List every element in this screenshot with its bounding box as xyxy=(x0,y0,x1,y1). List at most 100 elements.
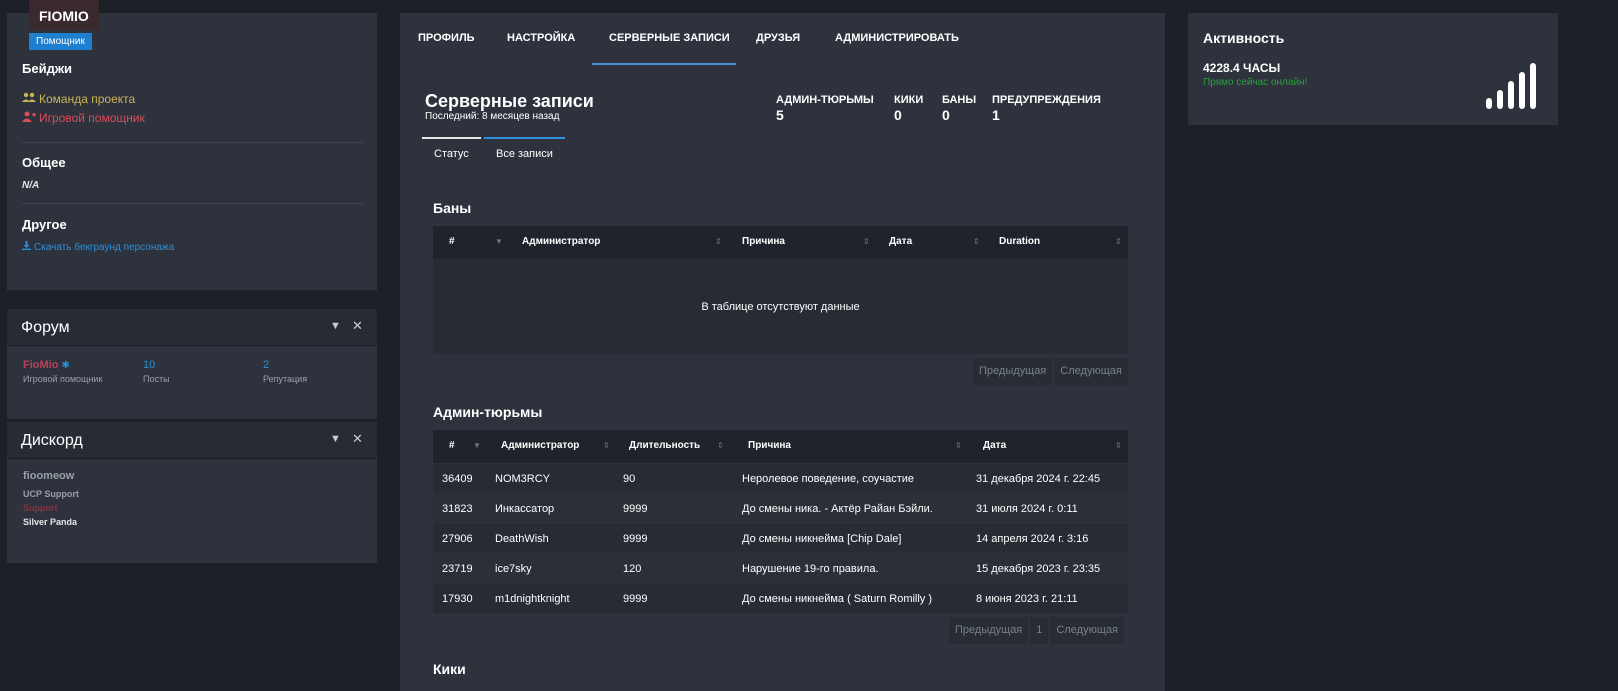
username-block: FIOMIO xyxy=(29,0,99,30)
badges-title: Бейджи xyxy=(22,61,73,76)
col-header[interactable]: Причина xyxy=(748,440,791,451)
col-header[interactable]: # xyxy=(449,236,455,247)
stat-admin-jails: АДМИН-ТЮРЬМЫ 5 xyxy=(776,94,874,123)
page-number-button[interactable]: 1 xyxy=(1030,617,1049,644)
col-header[interactable]: Duration xyxy=(999,236,1040,247)
cell-id: 23719 xyxy=(442,563,473,575)
online-status: Прямо сейчас онлайн! xyxy=(1203,77,1308,88)
records-title: Серверные записи xyxy=(425,91,594,111)
cell-admin: m1dnightknight xyxy=(495,593,570,605)
close-icon[interactable]: ✕ xyxy=(352,431,363,447)
next-page-button[interactable]: Следующая xyxy=(1050,617,1124,644)
next-page-button[interactable]: Следующая xyxy=(1054,358,1128,385)
stat-value: 0 xyxy=(942,107,950,123)
stat-value: 5 xyxy=(776,107,784,123)
sort-icon[interactable]: ⇕ xyxy=(973,237,980,246)
cell-reason: До смены никнейма ( Saturn Romilly ) xyxy=(742,593,933,605)
sort-icon[interactable]: ⇕ xyxy=(863,237,870,246)
close-icon[interactable]: ✕ xyxy=(352,318,363,334)
bans-table: # ▼ Администратор ⇕ Причина ⇕ Дата ⇕ Dur… xyxy=(433,226,1128,354)
tab-server-records[interactable]: СЕРВЕРНЫЕ ЗАПИСИ xyxy=(609,32,730,44)
bans-title: Баны xyxy=(433,200,472,216)
forum-title: Форум xyxy=(21,319,70,336)
table-row: 36409 NOM3RCY 90 Неролевое поведение, со… xyxy=(433,463,1128,493)
users-icon xyxy=(22,92,36,106)
sort-icon[interactable]: ⇕ xyxy=(717,441,724,450)
tab-admin[interactable]: АДМИНИСТРИРОВАТЬ xyxy=(835,32,959,44)
jails-table: # ▼ Администратор ⇕ Длительность ⇕ Причи… xyxy=(433,430,1128,613)
cell-admin: Инкассатор xyxy=(495,503,555,515)
jails-pagination: Предыдущая 1 Следующая xyxy=(949,617,1124,644)
forum-user: FioMio ✱ Игровой помощник xyxy=(23,359,102,384)
forum-username[interactable]: FioMio xyxy=(23,359,58,371)
download-link-label: Скачать бекграунд персонажа xyxy=(34,241,175,253)
bans-pagination: Предыдущая Следующая xyxy=(973,358,1128,385)
download-background-link[interactable]: Скачать бекграунд персонажа xyxy=(22,241,174,253)
divider xyxy=(22,142,363,143)
sort-icon[interactable]: ⇕ xyxy=(1115,237,1122,246)
col-header[interactable]: Причина xyxy=(742,236,785,247)
stat-warnings: ПРЕДУПРЕЖДЕНИЯ 1 xyxy=(992,94,1101,123)
subtab-all-records[interactable]: Все записи xyxy=(484,137,565,167)
table-header: # ▼ Администратор ⇕ Причина ⇕ Дата ⇕ Dur… xyxy=(433,226,1128,259)
collapse-icon[interactable]: ▼ xyxy=(330,433,341,445)
discord-role: Silver Panda xyxy=(23,517,78,527)
activity-panel: Активность 4228.4 ЧАСЫ Прямо сейчас онла… xyxy=(1188,13,1558,125)
prev-page-button[interactable]: Предыдущая xyxy=(949,617,1029,644)
col-header[interactable]: # xyxy=(449,440,455,451)
forum-user-role: Игровой помощник xyxy=(23,374,103,384)
sort-icon[interactable]: ⇕ xyxy=(603,441,610,450)
cell-duration: 90 xyxy=(623,473,636,485)
main-nav: ПРОФИЛЬ НАСТРОЙКА СЕРВЕРНЫЕ ЗАПИСИ ДРУЗЬ… xyxy=(400,13,1165,65)
cell-date: 15 декабря 2023 г. 23:35 xyxy=(976,563,1101,575)
cell-date: 14 апреля 2024 г. 3:16 xyxy=(976,533,1089,545)
forum-header: Форум ▼ ✕ xyxy=(7,309,377,346)
cell-duration: 120 xyxy=(623,563,642,575)
cell-date: 8 июня 2023 г. 21:11 xyxy=(976,593,1078,605)
kicks-title: Кики xyxy=(433,661,466,677)
role-badge: Помощник xyxy=(29,33,92,50)
badge-label: Команда проекта xyxy=(39,92,136,106)
discord-role: UCP Support xyxy=(23,489,79,499)
cell-reason: Неролевое поведение, соучастие xyxy=(742,473,915,485)
records-panel: ПРОФИЛЬ НАСТРОЙКА СЕРВЕРНЫЕ ЗАПИСИ ДРУЗЬ… xyxy=(400,13,1165,691)
general-value: N/A xyxy=(22,180,40,191)
forum-panel: Форум ▼ ✕ FioMio ✱ Игровой помощник 10 П… xyxy=(7,309,377,419)
table-row: 23719 ice7sky 120 Нарушение 19-го правил… xyxy=(433,553,1128,583)
sort-icon[interactable]: ▼ xyxy=(495,237,503,246)
sort-icon[interactable]: ⇕ xyxy=(955,441,962,450)
stat-kicks: КИКИ 0 xyxy=(894,94,923,123)
activity-title: Активность xyxy=(1203,30,1285,46)
empty-table-message: В таблице отсутствуют данные xyxy=(433,259,1128,354)
cell-date: 31 июля 2024 г. 0:11 xyxy=(976,503,1078,515)
subtab-status[interactable]: Статус xyxy=(422,137,481,167)
sort-icon[interactable]: ⇕ xyxy=(715,237,722,246)
cell-admin: NOM3RCY xyxy=(495,473,551,485)
general-title: Общее xyxy=(22,155,66,170)
tab-friends[interactable]: ДРУЗЬЯ xyxy=(756,32,800,44)
sort-icon[interactable]: ⇕ xyxy=(1115,441,1122,450)
jails-title: Админ-тюрьмы xyxy=(433,404,543,420)
collapse-icon[interactable]: ▼ xyxy=(330,320,341,332)
user-plus-icon xyxy=(22,111,36,125)
col-header[interactable]: Длительность xyxy=(629,440,700,451)
cell-duration: 9999 xyxy=(623,533,648,545)
discord-role: Support xyxy=(23,503,58,513)
cell-duration: 9999 xyxy=(623,503,648,515)
stat-value: 0 xyxy=(894,107,902,123)
stat-label: КИКИ xyxy=(894,94,924,106)
col-header[interactable]: Дата xyxy=(983,440,1006,451)
prev-page-button[interactable]: Предыдущая xyxy=(973,358,1053,385)
stat-bans: БАНЫ 0 xyxy=(942,94,976,123)
tab-settings[interactable]: НАСТРОЙКА xyxy=(507,32,575,44)
sort-icon[interactable]: ▼ xyxy=(473,441,481,450)
discord-header: Дискорд ▼ ✕ xyxy=(7,422,377,459)
tab-profile[interactable]: ПРОФИЛЬ xyxy=(418,32,475,44)
col-header[interactable]: Дата xyxy=(889,236,912,247)
col-header[interactable]: Администратор xyxy=(501,440,579,451)
table-row: 27906 DeathWish 9999 До смены никнейма [… xyxy=(433,523,1128,553)
badge-project-team: Команда проекта xyxy=(22,92,135,106)
cell-admin: ice7sky xyxy=(495,563,532,575)
cell-duration: 9999 xyxy=(623,593,648,605)
col-header[interactable]: Администратор xyxy=(522,236,600,247)
